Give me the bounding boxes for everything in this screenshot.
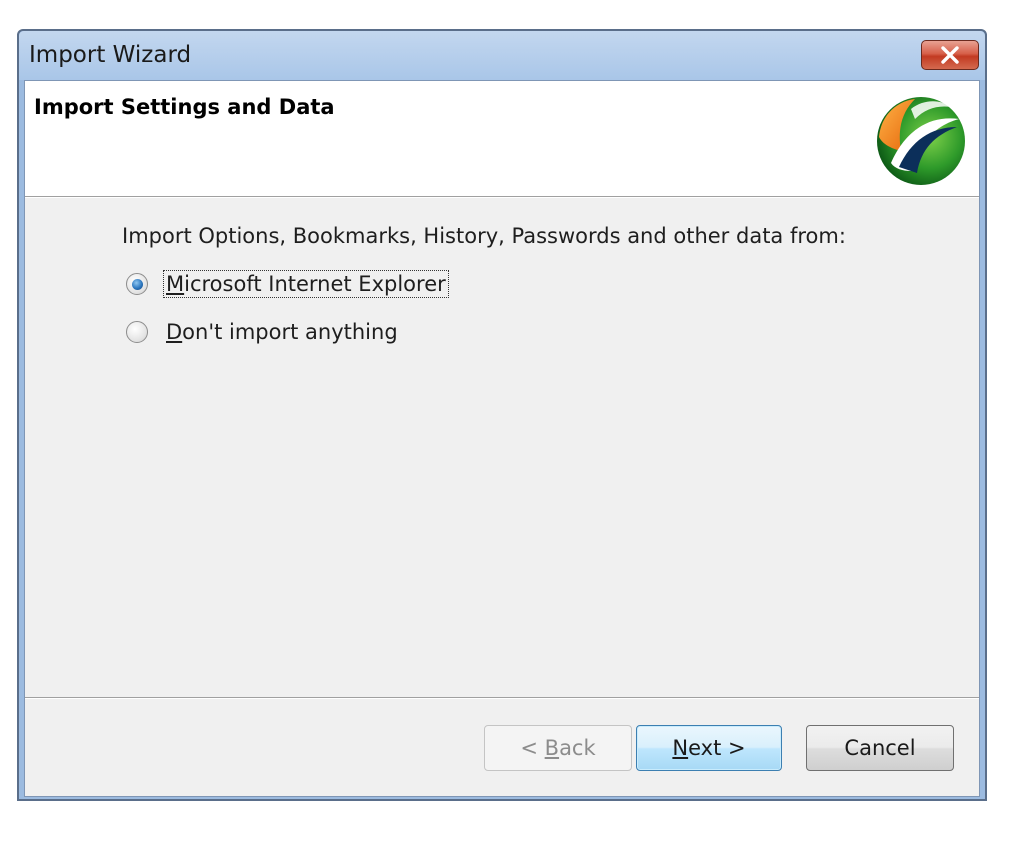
close-button[interactable] (921, 40, 979, 70)
next-button[interactable]: Next > (636, 725, 782, 771)
import-prompt: Import Options, Bookmarks, History, Pass… (122, 224, 846, 248)
option-dont-import-text: on't import anything (182, 320, 398, 344)
back-prefix: < (520, 736, 545, 760)
browser-logo-icon (877, 97, 965, 185)
option-internet-explorer[interactable]: Microsoft Internet Explorer (126, 267, 449, 301)
option-dont-import[interactable]: Don't import anything (126, 315, 400, 349)
header-divider (25, 197, 979, 198)
option-internet-explorer-text: icrosoft Internet Explorer (184, 272, 446, 296)
import-wizard-window: Import Wizard Import Settings and Data I… (17, 29, 987, 801)
title-bar[interactable]: Import Wizard (19, 31, 985, 80)
wizard-client-area: Import Settings and Data Import Options,… (24, 80, 980, 797)
cancel-button[interactable]: Cancel (806, 725, 954, 771)
page-title: Import Settings and Data (34, 95, 335, 119)
option-dont-import-label[interactable]: Don't import anything (164, 319, 400, 345)
mnemonic-d: D (166, 320, 183, 344)
close-icon (941, 46, 959, 64)
radio-dont-import[interactable] (126, 321, 148, 343)
mnemonic-n: N (672, 736, 689, 760)
back-button[interactable]: < Back (484, 725, 632, 771)
radio-selected-dot (131, 278, 143, 290)
footer-divider-highlight (25, 698, 979, 699)
mnemonic-b: B (544, 736, 560, 760)
wizard-header: Import Settings and Data (25, 81, 979, 197)
window-title: Import Wizard (29, 42, 192, 68)
option-internet-explorer-label[interactable]: Microsoft Internet Explorer (163, 270, 449, 298)
radio-internet-explorer[interactable] (126, 273, 148, 295)
back-text: ack (559, 736, 596, 760)
mnemonic-m: M (166, 272, 185, 296)
next-text: ext > (688, 736, 746, 760)
